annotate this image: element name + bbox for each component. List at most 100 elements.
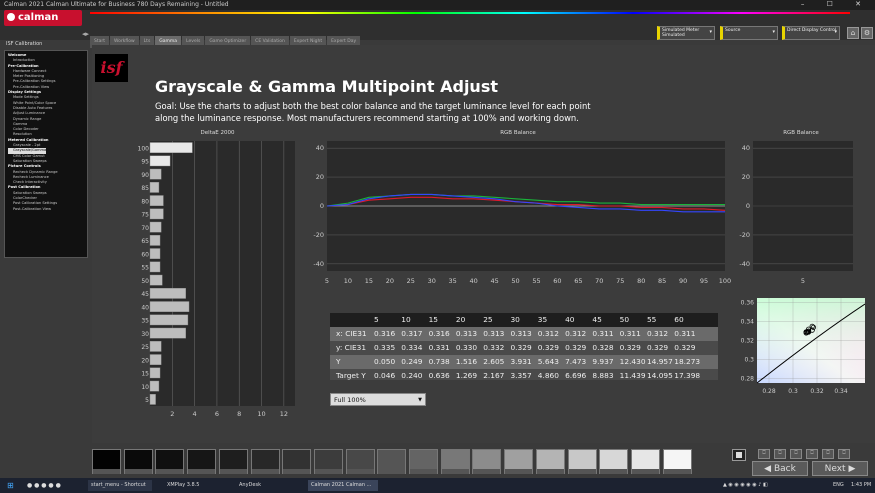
gray-swatch[interactable] [599, 449, 629, 474]
gray-swatch[interactable] [377, 449, 407, 474]
sidebar-item[interactable]: Post-Calibration View [8, 207, 84, 212]
gray-swatch[interactable] [440, 449, 470, 474]
table-row[interactable]: y: CIE31 0.335 0.334 0.331 0.330 0.332 0.329 0.… [330, 341, 718, 355]
rgb-balance-single-chart[interactable]: 40 20 0 -20 -40 5 [735, 137, 860, 291]
rgb-balance-chart[interactable]: 40 20 0 -20 -40 5 10 15 20 25 30 35 40 45 50 55 60 65 70 75… [305, 137, 735, 291]
gray-swatch[interactable] [662, 449, 692, 474]
table-cell: 18.273 [674, 357, 701, 366]
table-cell: 0.316 [428, 329, 450, 338]
home-icon[interactable]: ⌂ [847, 27, 859, 39]
gray-swatch[interactable] [250, 449, 280, 474]
next-button[interactable]: Next ▶ [812, 461, 868, 476]
window-controls[interactable]: – ☐ ✕ [801, 0, 871, 8]
taskbar-item-3[interactable]: AnyDesk [236, 480, 298, 491]
measurement-table[interactable]: 5 10 15 20 25 30 35 40 45 50 55 60 x: CIE31 0.316 0.3… [330, 313, 718, 380]
dropdown-arrow-icon[interactable]: ▾ [834, 30, 837, 35]
window-title: Calman 2021 Calman Ultimate for Business… [4, 1, 229, 8]
gray-swatch[interactable] [187, 449, 217, 474]
deltae-bar [149, 235, 161, 246]
table-cell: 0.335 [374, 343, 396, 352]
deltae-x-tick: 2 [170, 410, 174, 418]
workflow-sidebar: Welcome Introduction Pre-Calibration Hardwa… [4, 50, 88, 258]
taskbar-item-1[interactable]: start_menu - Shortcut [88, 480, 152, 491]
deltae-bar [149, 195, 164, 206]
back-arrow-icon: ◀ [764, 464, 774, 474]
stop-icon[interactable] [732, 449, 746, 461]
rgb-x-tick: 60 [553, 277, 561, 285]
swatch-label-bar [536, 469, 564, 474]
toolbar-icon-4[interactable]: ⎕ [806, 449, 818, 459]
table-cell: 0.313 [455, 329, 478, 338]
settings-gear-icon[interactable]: ⚙ [861, 27, 873, 39]
table-cell: 0.329 [646, 343, 669, 352]
taskbar-item-4[interactable]: Calman 2021 Calman ... [308, 480, 378, 491]
rgb-x-tick: 40 [469, 277, 477, 285]
dropdown-arrow-icon[interactable]: ▾ [772, 30, 775, 35]
table-cell: 2.605 [483, 357, 505, 366]
toolbar-icon-2[interactable]: ⎕ [774, 449, 786, 459]
deltae-chart[interactable]: 2 4 6 8 10 12 100 95 90 85 80 75 70 65 60 55 50 45 40 35 30 2… [138, 137, 300, 425]
gray-swatch[interactable] [218, 449, 248, 474]
clock[interactable]: 1:43 PM [848, 480, 871, 491]
language-indicator[interactable]: ENG [830, 480, 844, 491]
tray-icons[interactable]: ▲ ◉ ◉ ◉ ◉ ◉ ♪ ◧ [720, 480, 768, 491]
rgb-x-tick: 90 [679, 277, 687, 285]
table-cell: 12.430 [619, 357, 646, 366]
table-row[interactable]: x: CIE31 0.316 0.317 0.316 0.313 0.313 0.313 0.… [330, 327, 718, 341]
swatch-label-bar [568, 469, 596, 474]
device-label: Direct Display Control [787, 28, 837, 33]
back-button[interactable]: ◀ Back [752, 461, 808, 476]
rgb-x-tick: 50 [511, 277, 519, 285]
device-box-1[interactable]: Simulated Meter Simulated ▾ [657, 26, 715, 40]
gray-swatch[interactable] [345, 449, 375, 474]
gray-swatch[interactable] [504, 449, 534, 474]
table-header-row: 5 10 15 20 25 30 35 40 45 50 55 60 [330, 313, 718, 327]
gray-swatch[interactable] [535, 449, 565, 474]
table-row[interactable]: Y 0.050 0.249 0.738 1.516 2.605 3.931 5.643 7.47… [330, 355, 718, 369]
rgb-y-tick: 0 [320, 202, 324, 210]
cie-chart[interactable]: 0.36 0.34 0.32 0.3 0.28 0.28 0.3 0.32 0.34 [735, 295, 865, 400]
windows-start-icon[interactable]: ⊞ [4, 480, 14, 491]
toolbar-icon-5[interactable]: ⎕ [822, 449, 834, 459]
deltae-bar [149, 301, 190, 312]
table-row[interactable]: Target Y 0.046 0.240 0.636 1.269 2.167 3.357 4.… [330, 369, 718, 380]
sidebar-item-label: Recheck Luminance [13, 174, 49, 179]
deltae-chart-label: DeltaE 2000 [200, 130, 235, 136]
table-header-cell: 30 [510, 315, 520, 324]
toolbar-icon-1[interactable]: ⎕ [758, 449, 770, 459]
calman-logo[interactable]: calman [4, 10, 82, 26]
sidebar-item-label: Color Decoder [13, 127, 39, 132]
toolbar-icon-6[interactable]: ⎕ [838, 449, 850, 459]
pattern-select[interactable]: Full 100% [330, 393, 426, 407]
gray-swatch[interactable] [92, 449, 121, 474]
swatch-label-bar [505, 469, 533, 474]
table-header-cell: 15 [428, 315, 438, 324]
gray-swatch[interactable] [409, 449, 438, 474]
gray-swatch[interactable] [313, 449, 343, 474]
cie-x-tick: 0.32 [810, 388, 824, 395]
table-cell: 5.643 [537, 357, 559, 366]
table-header-cell: 5 [374, 315, 379, 324]
dropdown-arrow-icon[interactable]: ▾ [709, 30, 712, 35]
table-header-cell: 20 [455, 315, 466, 324]
deltae-bar [149, 394, 156, 405]
gray-swatch[interactable] [630, 449, 660, 474]
toolbar-icon-3[interactable]: ⎕ [790, 449, 802, 459]
sidebar-item-label: Pre-Calibration Settings [13, 79, 56, 84]
device-box-2[interactable]: Source ▾ [720, 26, 778, 40]
tab-nav-arrows-icon[interactable]: ◂▸ [82, 30, 89, 38]
gray-swatch[interactable] [282, 449, 312, 474]
gray-swatch[interactable] [123, 449, 153, 474]
table-cell: 0.313 [483, 329, 505, 338]
device-box-3[interactable]: Direct Display Control ▾ [782, 26, 840, 40]
gray-swatch[interactable] [155, 449, 185, 474]
goal-text: Goal: Use the charts to adjust both the … [155, 101, 591, 123]
taskbar-app-icons[interactable]: ● ● ● ● ● [24, 480, 61, 491]
table-cell: 0.329 [565, 343, 587, 352]
next-label: Next [824, 464, 846, 474]
gray-swatch[interactable] [472, 449, 502, 474]
swatch-label-bar [631, 469, 659, 474]
taskbar-item-2[interactable]: XMPlay 3.8.5 [164, 480, 224, 491]
table-cell: 3.931 [510, 357, 532, 366]
gray-swatch[interactable] [567, 449, 597, 474]
